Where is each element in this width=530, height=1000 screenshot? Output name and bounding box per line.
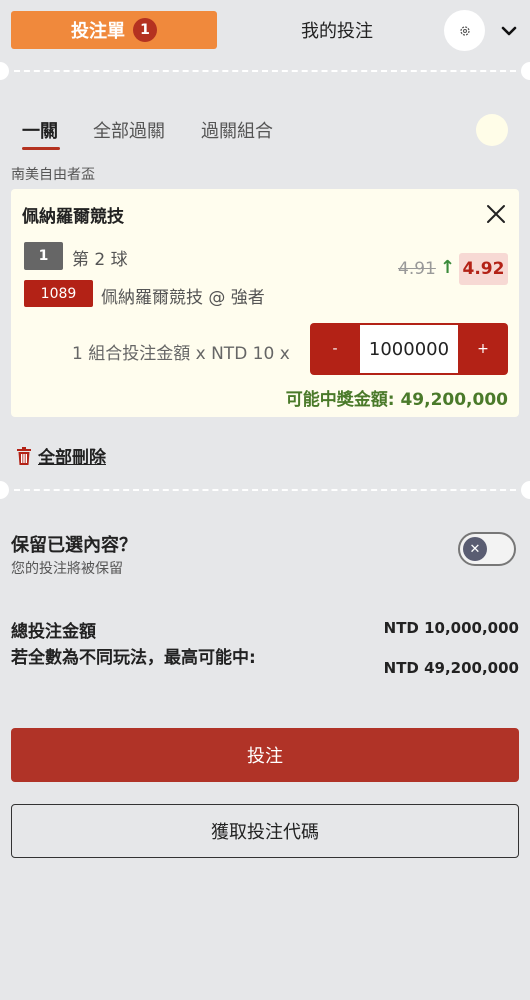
get-bet-code-button[interactable]: 獲取投注代碼 bbox=[11, 804, 519, 858]
keep-selection-title: 保留已選內容？ bbox=[11, 535, 137, 556]
selection-label: 佩納羅爾競技 @ 強者 bbox=[101, 288, 265, 308]
tab-my-bets[interactable]: 我的投注 bbox=[240, 11, 434, 49]
tab-all-parlay[interactable]: 全部過關 bbox=[93, 117, 165, 143]
gear-icon bbox=[459, 25, 470, 36]
tab-single[interactable]: 一關 bbox=[22, 117, 58, 143]
close-icon bbox=[487, 205, 505, 223]
match-title: 佩納羅爾競技 bbox=[22, 207, 124, 227]
chevron-down-icon bbox=[501, 26, 517, 36]
active-tab-indicator bbox=[22, 147, 60, 150]
old-odds: 4.91 bbox=[398, 259, 436, 279]
keep-selection-subtitle: 您的投注將被保留 bbox=[11, 561, 123, 577]
stake-description: 1 組合投注金額 x NTD 10 x bbox=[72, 344, 290, 364]
decrease-stake-button[interactable]: - bbox=[310, 323, 360, 375]
betslip-count-badge: 1 bbox=[133, 18, 157, 42]
collapse-button[interactable] bbox=[495, 18, 523, 44]
settings-button[interactable] bbox=[444, 10, 485, 51]
max-win-value: NTD 49,200,000 bbox=[383, 659, 519, 677]
delete-all-label: 全部刪除 bbox=[38, 448, 106, 468]
dashed-separator bbox=[0, 481, 530, 499]
stake-stepper: - + bbox=[310, 323, 508, 375]
selection-tag: 1089 bbox=[24, 280, 93, 307]
stake-input[interactable] bbox=[360, 325, 458, 373]
toggle-off-icon: ✕ bbox=[463, 537, 487, 561]
potential-winnings: 可能中獎金額: 49,200,000 bbox=[285, 390, 508, 410]
place-bet-button[interactable]: 投注 bbox=[11, 728, 519, 782]
keep-selection-toggle[interactable]: ✕ bbox=[458, 532, 516, 566]
odds-up-arrow-icon: ↑ bbox=[440, 257, 456, 278]
tab-betslip[interactable]: 投注單 1 bbox=[11, 11, 217, 49]
dashed-separator bbox=[0, 62, 530, 80]
tab-betslip-label: 投注單 bbox=[71, 21, 125, 42]
max-win-label: 若全數為不同玩法，最高可能中: bbox=[11, 648, 256, 668]
new-odds: 4.92 bbox=[459, 253, 508, 285]
delete-all-button[interactable]: 全部刪除 bbox=[16, 443, 106, 468]
market-label: 第 2 球 bbox=[72, 250, 128, 270]
total-stake-value: NTD 10,000,000 bbox=[383, 619, 519, 637]
odds-format-toggle[interactable] bbox=[476, 114, 508, 146]
tab-parlay-combo[interactable]: 過關組合 bbox=[201, 117, 273, 143]
competition-name: 南美自由者盃 bbox=[11, 167, 95, 183]
remove-bet-button[interactable] bbox=[485, 203, 507, 225]
trash-icon bbox=[17, 446, 31, 465]
market-tag: 1 bbox=[24, 242, 63, 270]
increase-stake-button[interactable]: + bbox=[458, 323, 508, 375]
total-stake-label: 總投注金額 bbox=[11, 622, 96, 642]
